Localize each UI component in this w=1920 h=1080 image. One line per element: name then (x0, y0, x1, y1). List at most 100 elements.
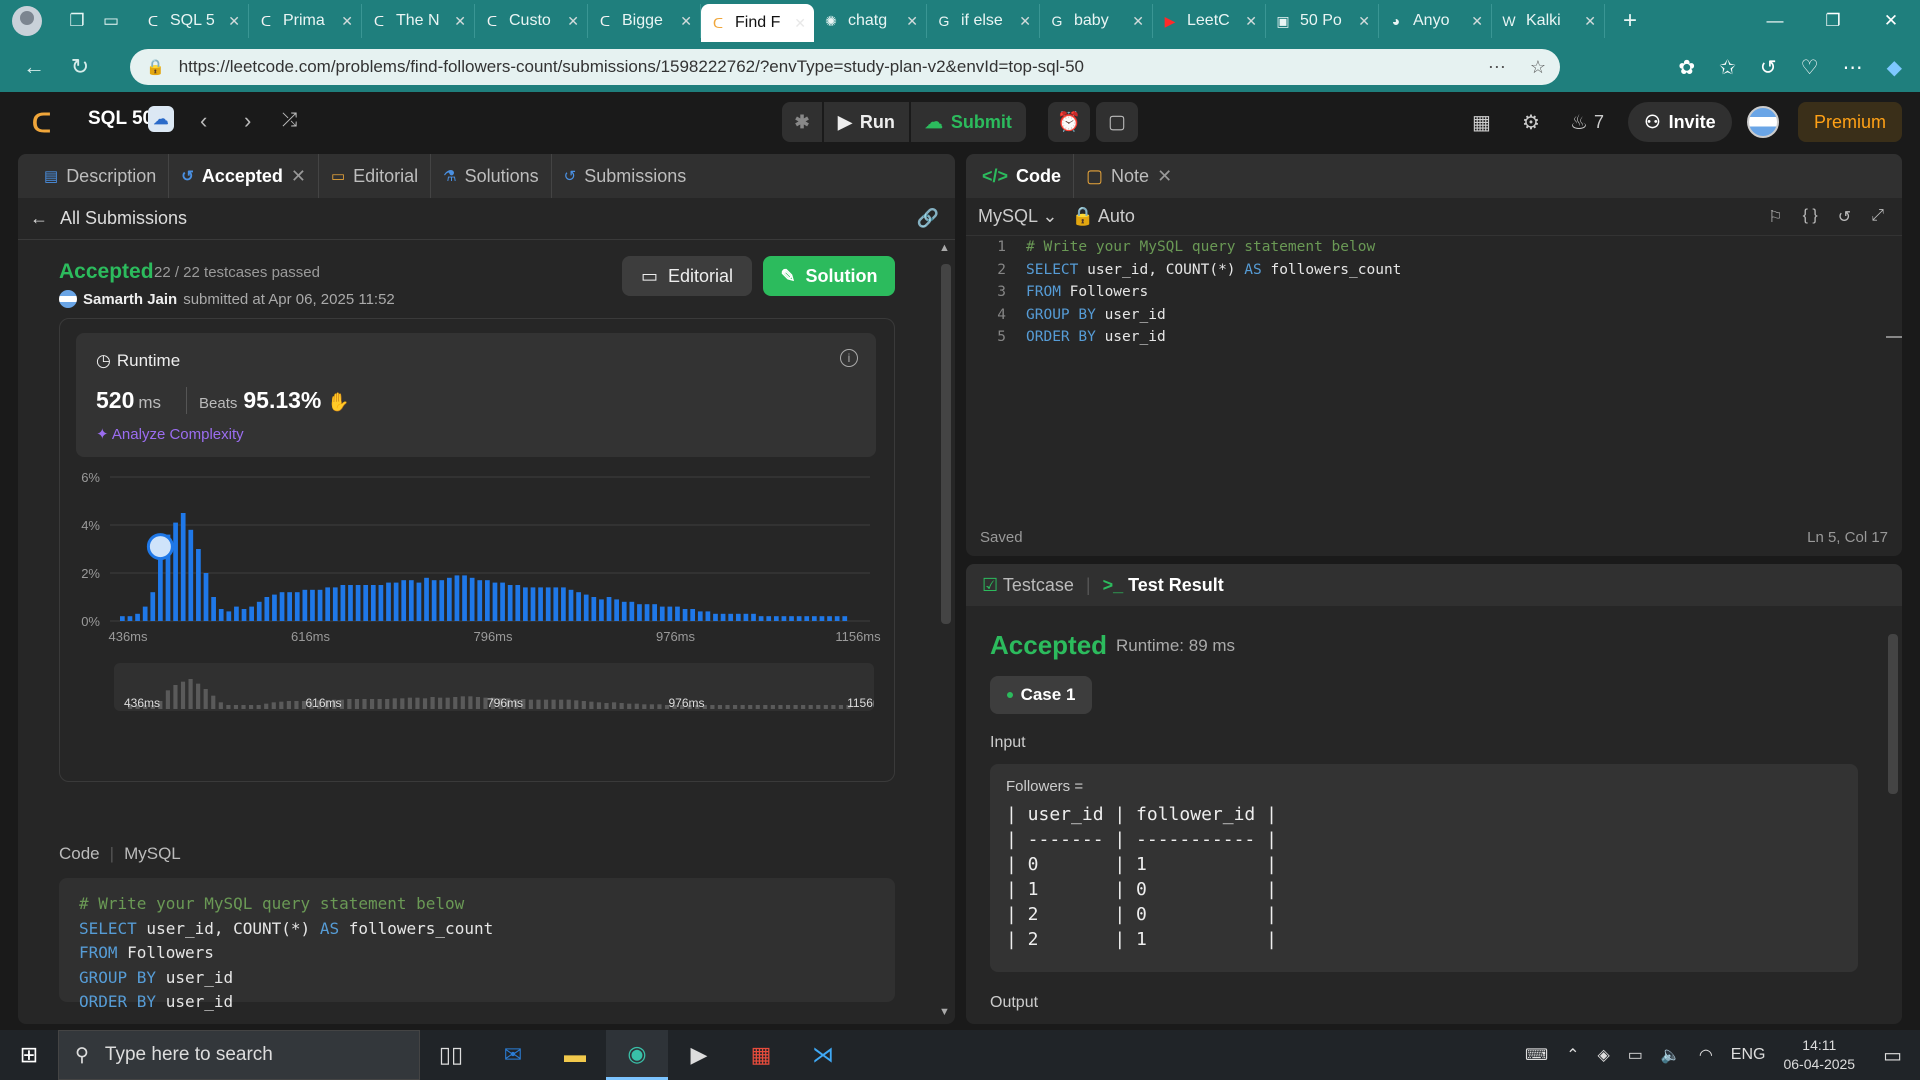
runtime-bar[interactable] (363, 585, 369, 621)
runtime-bar[interactable] (150, 592, 156, 621)
link-icon[interactable]: 🔗 (917, 208, 939, 229)
runtime-bar[interactable] (735, 613, 741, 621)
runtime-summary[interactable]: ◷ Runtime i 520 ms Beats 95.13% ✋ ✦ Analyze … (76, 333, 876, 457)
runtime-bar[interactable] (355, 585, 361, 621)
tab-editorial[interactable]: ▭ Editorial (319, 154, 432, 198)
premium-button[interactable]: Premium (1798, 102, 1902, 142)
volume-icon[interactable]: 🔈 (1661, 1045, 1681, 1065)
notifications-icon[interactable]: ▭ (1883, 1043, 1902, 1068)
browser-essentials-icon[interactable]: ♡ (1801, 55, 1819, 80)
extensions-icon[interactable]: ✿ (1678, 55, 1695, 80)
browser-tab[interactable]: ᑕ Find F ✕ (701, 4, 814, 42)
keyboard-icon[interactable]: ⌨ (1525, 1045, 1548, 1065)
shuffle-icon[interactable]: ⤮ (282, 110, 297, 132)
browser-tab[interactable]: ᑕ Bigge ✕ (588, 4, 701, 38)
close-tab-icon[interactable]: ✕ (1245, 13, 1257, 30)
runtime-bar[interactable] (621, 601, 627, 621)
runtime-bar[interactable] (781, 616, 787, 621)
runtime-bar[interactable] (340, 585, 346, 621)
runtime-bar[interactable] (203, 573, 209, 621)
runtime-bar[interactable] (773, 616, 779, 621)
user-avatar[interactable] (1747, 106, 1779, 138)
runtime-bar[interactable] (424, 577, 429, 621)
runtime-bar[interactable] (446, 577, 452, 621)
runtime-bar[interactable] (310, 589, 315, 621)
runtime-bar[interactable] (720, 613, 726, 621)
runtime-bar[interactable] (644, 604, 650, 621)
runtime-bar[interactable] (804, 616, 810, 621)
tab-accepted[interactable]: ↺ Accepted ✕ (169, 154, 319, 198)
tab-submissions[interactable]: ↺ Submissions (552, 154, 699, 198)
runtime-bar[interactable] (751, 613, 756, 621)
runtime-bar[interactable] (408, 580, 414, 621)
runtime-bar[interactable] (378, 585, 384, 621)
runtime-bar[interactable] (325, 587, 331, 621)
runtime-bar[interactable] (507, 585, 513, 621)
runtime-bar[interactable] (743, 613, 749, 621)
runtime-bar[interactable] (515, 585, 521, 621)
runtime-bar[interactable] (568, 589, 574, 621)
runtime-bar[interactable] (667, 606, 673, 621)
minimize-button[interactable]: — (1746, 0, 1804, 42)
runtime-range-slider[interactable]: 436ms616ms796ms976ms1156ms1336ms1516ms16… (114, 663, 874, 711)
browser-tab[interactable]: ◕ Anyo ✕ (1379, 4, 1492, 38)
tab-test-result[interactable]: >_ Test Result (1103, 575, 1224, 596)
browser-tab[interactable]: ▣ 50 Po ✕ (1266, 4, 1379, 38)
runtime-bar[interactable] (819, 616, 825, 621)
settings-icon[interactable]: ⚙ (1522, 102, 1540, 142)
close-tab-icon[interactable]: ✕ (906, 13, 918, 30)
close-tab-icon[interactable]: ✕ (680, 13, 692, 30)
close-tab-icon[interactable]: ✕ (1358, 13, 1370, 30)
runtime-bar[interactable] (629, 601, 635, 621)
runtime-bar[interactable] (287, 592, 293, 621)
browser-tab[interactable]: ᑕ Prima ✕ (249, 4, 362, 38)
language-indicator[interactable]: ENG (1731, 1046, 1766, 1064)
info-icon[interactable]: i (840, 349, 858, 367)
close-tab-icon[interactable]: ✕ (1132, 13, 1144, 30)
runtime-bar[interactable] (173, 522, 178, 621)
runtime-bar[interactable] (393, 582, 399, 621)
workspaces-icon[interactable]: ❐ (60, 6, 94, 36)
refresh-button[interactable]: ↻ (58, 54, 102, 80)
runtime-bar[interactable] (553, 587, 559, 621)
case-1-tab[interactable]: Case 1 (990, 676, 1092, 714)
close-tab-icon[interactable]: ✕ (1584, 13, 1596, 30)
runtime-bar[interactable] (492, 582, 498, 621)
analyze-complexity-link[interactable]: ✦ Analyze Complexity (96, 425, 244, 443)
prev-problem-icon[interactable]: ‹ (200, 108, 207, 134)
result-scrollbar[interactable] (1888, 634, 1898, 794)
close-tab-icon[interactable]: ✕ (228, 13, 240, 30)
tab-testcase[interactable]: ☑ Testcase (982, 575, 1074, 596)
runtime-bar[interactable] (454, 575, 460, 621)
runtime-bar[interactable] (789, 616, 794, 621)
runtime-bar[interactable] (834, 616, 840, 621)
left-scrollbar[interactable] (941, 264, 951, 624)
runtime-bar[interactable] (264, 597, 270, 621)
layout-icon[interactable]: ▦ (1472, 102, 1491, 142)
scroll-down-icon[interactable]: ▼ (939, 1006, 950, 1018)
runtime-bar[interactable] (439, 580, 445, 621)
runtime-bar[interactable] (294, 592, 300, 621)
runtime-bar[interactable] (180, 513, 186, 621)
runtime-bar[interactable] (431, 580, 437, 621)
runtime-bar[interactable] (728, 613, 734, 621)
back-button[interactable]: ← (12, 54, 56, 80)
runtime-bar[interactable] (241, 609, 247, 621)
browser-tab[interactable]: ▶ LeetC ✕ (1153, 4, 1266, 38)
battery-icon[interactable]: ▭ (1628, 1045, 1643, 1065)
runtime-bar[interactable] (538, 587, 543, 621)
media-player-icon[interactable]: ▶ (668, 1030, 730, 1080)
runtime-bar[interactable] (317, 589, 323, 621)
tab-note[interactable]: ▢ Note ✕ (1074, 154, 1184, 198)
runtime-bar[interactable] (401, 580, 407, 621)
runtime-bar[interactable] (766, 616, 772, 621)
runtime-bar[interactable] (279, 592, 285, 621)
browser-tab[interactable]: ᑕ Custo ✕ (475, 4, 588, 38)
browser-tab[interactable]: W Kalki ✕ (1492, 4, 1605, 38)
close-tab-icon[interactable]: ✕ (794, 15, 806, 32)
runtime-bar[interactable] (523, 587, 528, 621)
runtime-bar[interactable] (462, 575, 467, 621)
runtime-bar[interactable] (796, 616, 802, 621)
runtime-bar[interactable] (652, 604, 658, 621)
invite-button[interactable]: ⚇ Invite (1628, 102, 1732, 142)
